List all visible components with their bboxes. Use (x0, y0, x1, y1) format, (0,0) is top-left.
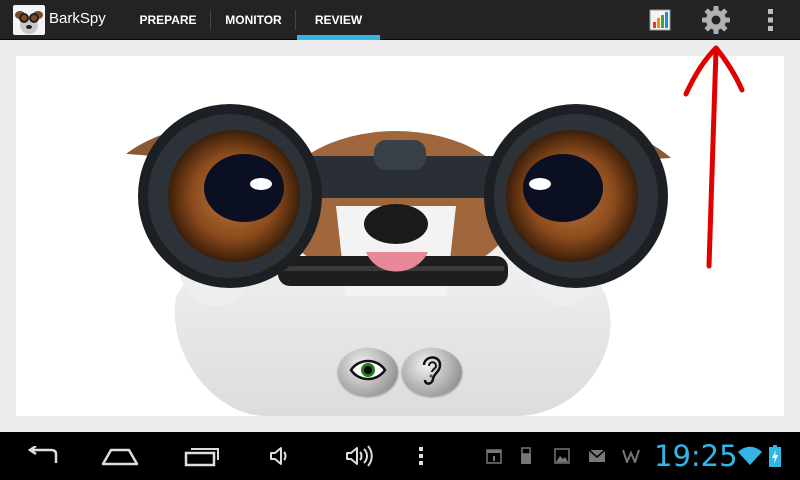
volume-down-icon[interactable] (262, 432, 298, 480)
usb-icon[interactable] (516, 432, 536, 480)
action-bar: BarkSpy PREPARE MONITOR REVIEW (0, 0, 800, 40)
battery-charging-icon (766, 432, 784, 480)
eye-button[interactable] (338, 348, 398, 396)
tab-monitor[interactable]: MONITOR (213, 0, 294, 40)
notification-icon[interactable] (620, 432, 642, 480)
menu-icon[interactable] (410, 432, 432, 480)
gear-icon[interactable] (694, 0, 738, 40)
annotation-arrow (683, 45, 745, 269)
calendar-icon[interactable] (484, 432, 504, 480)
home-icon[interactable] (96, 432, 144, 480)
status-clock: 19:25 (654, 439, 738, 473)
overflow-menu-icon[interactable] (756, 0, 786, 40)
app-title: BarkSpy (49, 10, 106, 27)
wifi-icon (736, 432, 764, 480)
ear-button[interactable] (402, 348, 462, 396)
volume-up-icon[interactable] (340, 432, 380, 480)
gallery-icon[interactable] (552, 432, 572, 480)
back-icon[interactable] (18, 432, 66, 480)
selected-tab-indicator (297, 35, 380, 40)
ear-icon (419, 352, 445, 393)
tab-review[interactable]: REVIEW (297, 0, 380, 40)
dog-with-binoculars-image (126, 104, 671, 416)
eye-icon (349, 358, 387, 387)
tab-prepare[interactable]: PREPARE (128, 0, 208, 40)
gmail-icon[interactable] (586, 432, 608, 480)
tab-divider (210, 10, 211, 30)
stats-chart-icon[interactable] (640, 0, 680, 40)
tab-divider (295, 10, 296, 30)
review-content-panel (16, 56, 784, 416)
system-navigation-bar: 19:25 (0, 432, 800, 480)
app-logo-icon[interactable] (13, 5, 45, 35)
recent-apps-icon[interactable] (178, 432, 226, 480)
